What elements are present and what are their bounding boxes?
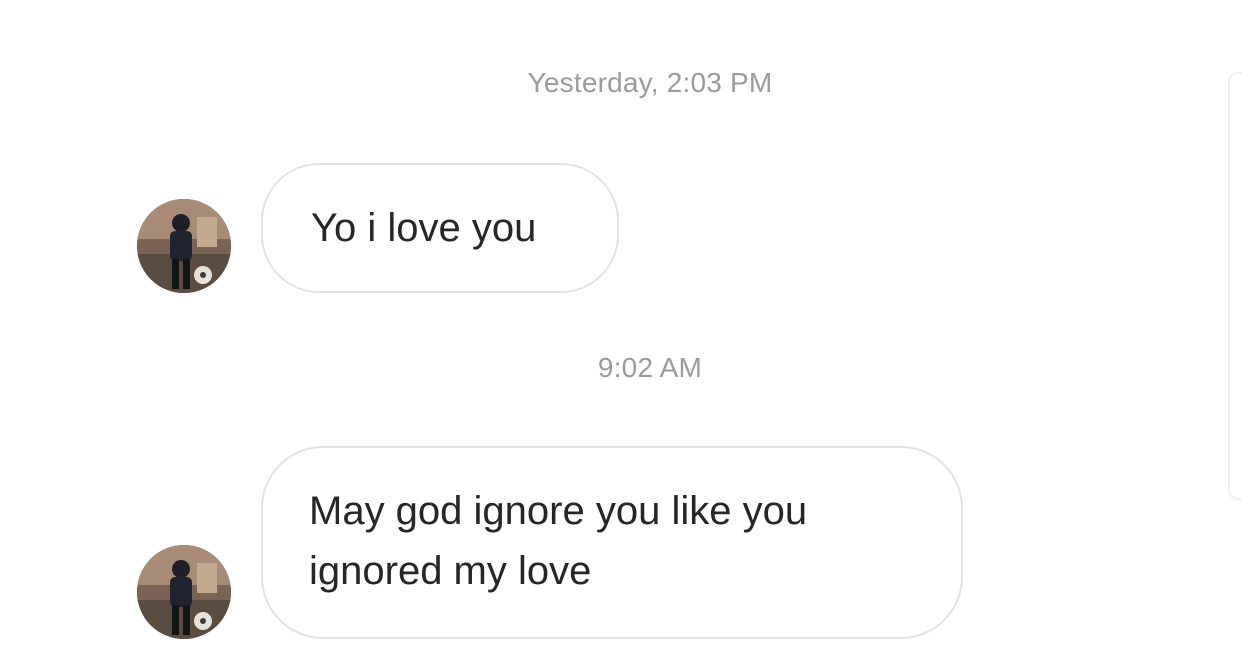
message-timestamp: Yesterday, 2:03 PM	[527, 67, 773, 98]
message-bubble[interactable]: May god ignore you like you ignored my l…	[261, 446, 963, 639]
message-text: May god ignore you like you ignored my l…	[309, 489, 808, 593]
chat-view[interactable]: Yesterday, 2:03 PM Yo i love you 9:02 AM	[0, 0, 1242, 671]
side-panel-edge	[1228, 72, 1242, 500]
sender-avatar[interactable]	[137, 545, 231, 639]
user-avatar-photo-icon	[137, 545, 231, 639]
user-avatar-photo-icon	[137, 199, 231, 293]
message-timestamp: 9:02 AM	[597, 352, 703, 383]
message-text: Yo i love you	[311, 206, 537, 250]
message-bubble[interactable]: Yo i love you	[261, 163, 619, 293]
message-row: May god ignore you like you ignored my l…	[137, 446, 963, 639]
sender-avatar[interactable]	[137, 199, 231, 293]
message-row: Yo i love you	[137, 163, 619, 293]
